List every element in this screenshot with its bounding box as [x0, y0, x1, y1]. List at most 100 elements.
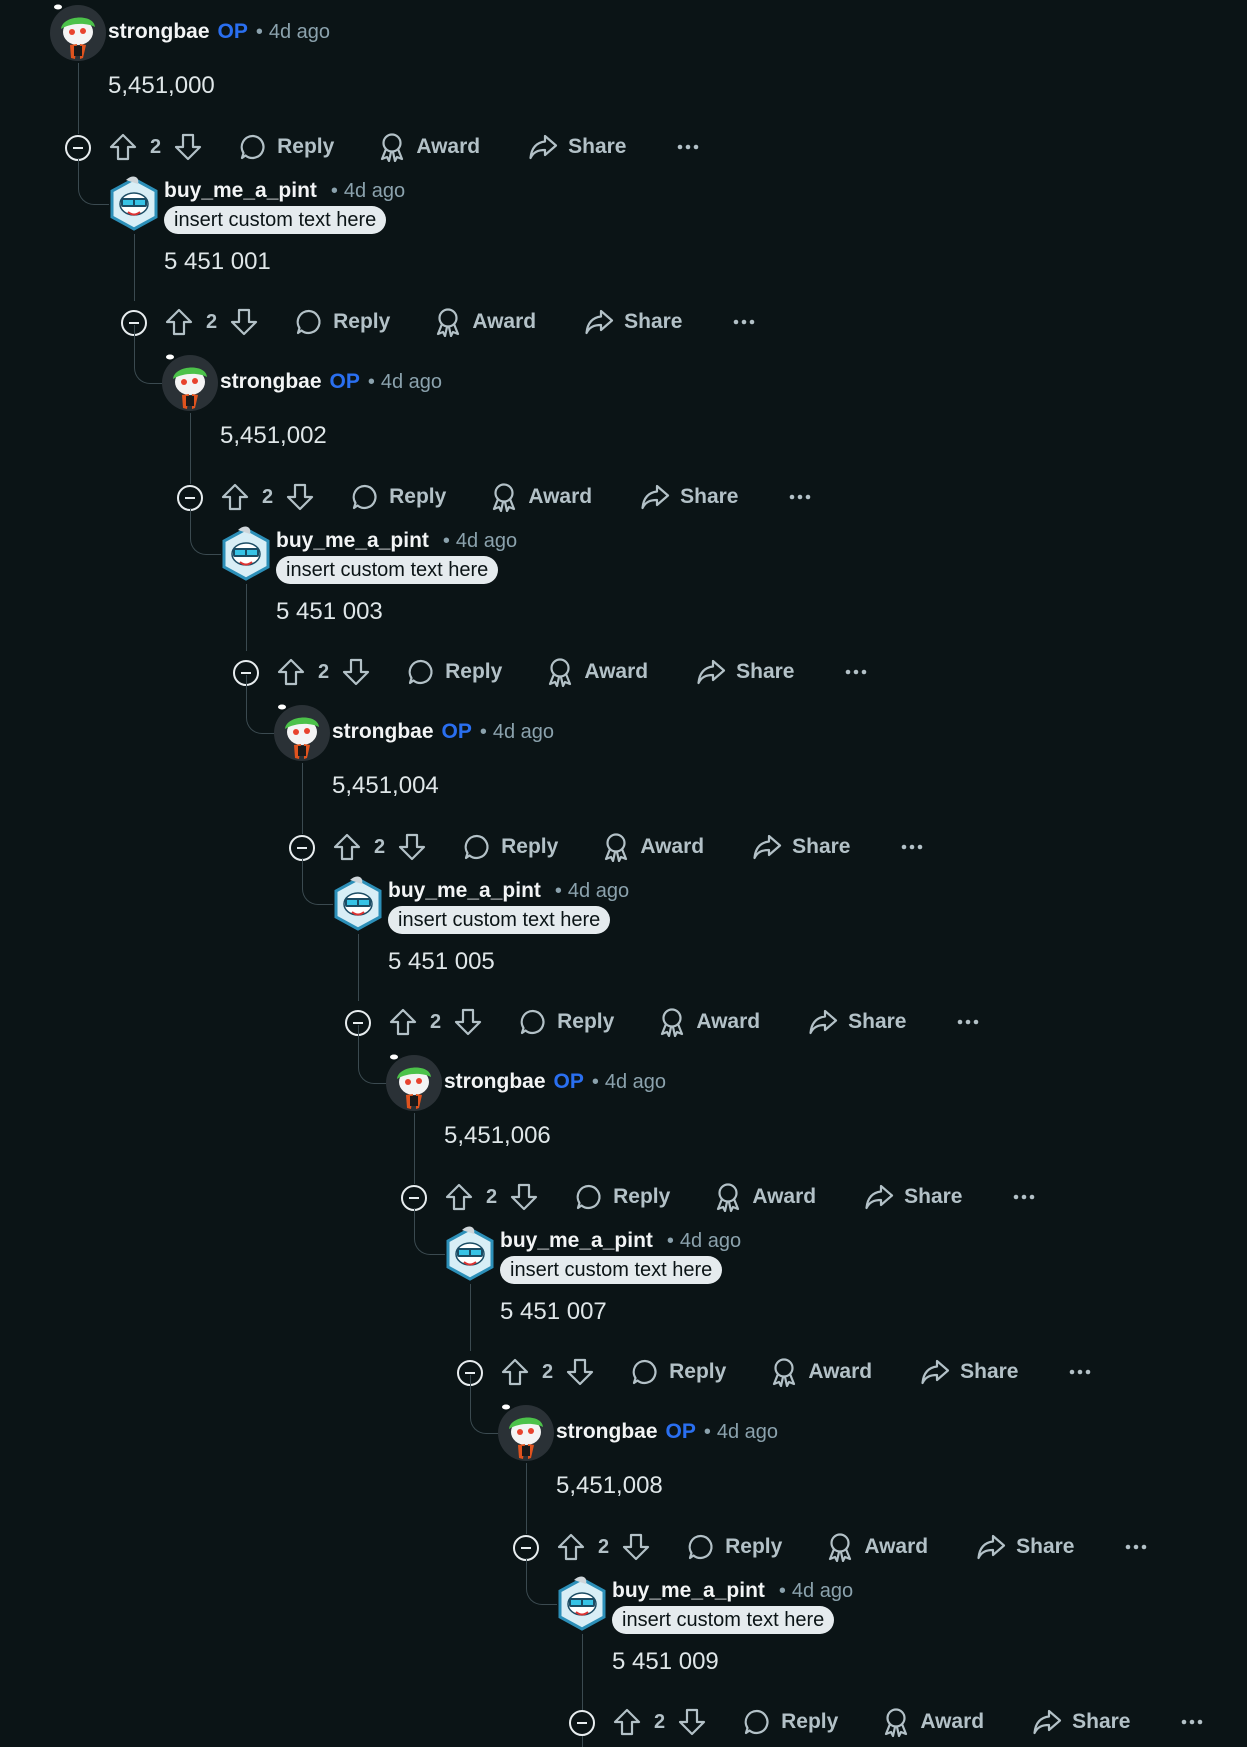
collapse-thread-button[interactable] [569, 1710, 595, 1736]
author-name[interactable]: strongbae [556, 1420, 658, 1444]
award-button[interactable]: Award [434, 302, 536, 342]
share-button[interactable]: Share [864, 1177, 963, 1217]
author-name[interactable]: buy_me_a_pint [164, 179, 317, 203]
downvote-icon[interactable] [397, 827, 427, 867]
more-options-icon[interactable] [957, 1002, 979, 1042]
snoo-green-hat-avatar[interactable] [162, 354, 218, 411]
share-button-label: Share [736, 660, 795, 683]
upvote-icon[interactable] [612, 1702, 642, 1742]
upvote-icon[interactable] [556, 1527, 586, 1567]
award-button[interactable]: Award [546, 652, 648, 692]
reply-button[interactable]: Reply [295, 302, 390, 342]
snoo-green-hat-avatar[interactable] [386, 1054, 442, 1111]
snoo-green-hat-avatar[interactable] [498, 1404, 554, 1461]
timestamp[interactable]: 4d ago [605, 1071, 666, 1094]
share-button[interactable]: Share [976, 1527, 1075, 1567]
snoo-hexagon-visor-avatar[interactable] [554, 1576, 610, 1632]
upvote-icon[interactable] [220, 477, 250, 517]
share-button[interactable]: Share [920, 1352, 1019, 1392]
downvote-icon[interactable] [677, 1702, 707, 1742]
share-button[interactable]: Share [528, 127, 627, 167]
reply-button[interactable]: Reply [519, 1002, 614, 1042]
share-button[interactable]: Share [696, 652, 795, 692]
award-button[interactable]: Award [714, 1177, 816, 1217]
timestamp[interactable]: 4d ago [792, 1580, 853, 1603]
more-options-icon[interactable] [901, 827, 923, 867]
timestamp[interactable]: 4d ago [680, 1230, 741, 1253]
award-button[interactable]: Award [490, 477, 592, 517]
upvote-icon[interactable] [164, 302, 194, 342]
timestamp[interactable]: 4d ago [493, 721, 554, 744]
more-options-icon[interactable] [1181, 1702, 1203, 1742]
author-name[interactable]: buy_me_a_pint [612, 1579, 765, 1603]
downvote-icon[interactable] [621, 1527, 651, 1567]
snoo-green-hat-avatar[interactable] [274, 704, 330, 761]
author-name[interactable]: buy_me_a_pint [388, 879, 541, 903]
reply-button[interactable]: Reply [687, 1527, 782, 1567]
award-button[interactable]: Award [770, 1352, 872, 1392]
reply-button[interactable]: Reply [743, 1702, 838, 1742]
downvote-icon[interactable] [565, 1352, 595, 1392]
reply-button[interactable]: Reply [351, 477, 446, 517]
timestamp[interactable]: 4d ago [456, 530, 517, 553]
more-options-icon[interactable] [845, 652, 867, 692]
share-button[interactable]: Share [1032, 1702, 1131, 1742]
award-button-label: Award [640, 835, 705, 858]
timestamp[interactable]: 4d ago [568, 880, 629, 903]
share-button[interactable]: Share [808, 1002, 907, 1042]
snoo-hexagon-visor-avatar[interactable] [442, 1226, 498, 1282]
share-icon [864, 1177, 894, 1217]
downvote-icon[interactable] [509, 1177, 539, 1217]
downvote-icon[interactable] [453, 1002, 483, 1042]
author-name[interactable]: strongbae [220, 370, 322, 394]
award-button[interactable]: Award [378, 127, 480, 167]
upvote-icon[interactable] [108, 127, 138, 167]
upvote-icon[interactable] [388, 1002, 418, 1042]
reply-button[interactable]: Reply [575, 1177, 670, 1217]
more-options-icon[interactable] [1125, 1527, 1147, 1567]
award-button[interactable]: Award [658, 1002, 760, 1042]
reply-button[interactable]: Reply [239, 127, 334, 167]
reply-button[interactable]: Reply [463, 827, 558, 867]
timestamp[interactable]: 4d ago [269, 21, 330, 44]
more-options-icon[interactable] [677, 127, 699, 167]
upvote-icon[interactable] [332, 827, 362, 867]
more-options-icon[interactable] [1069, 1352, 1091, 1392]
award-button[interactable]: Award [826, 1527, 928, 1567]
award-button[interactable]: Award [602, 827, 704, 867]
snoo-hexagon-visor-avatar[interactable] [106, 176, 162, 232]
more-options-icon[interactable] [1013, 1177, 1035, 1217]
timestamp[interactable]: 4d ago [344, 180, 405, 203]
snoo-hexagon-visor-avatar[interactable] [218, 526, 274, 582]
reply-button[interactable]: Reply [631, 1352, 726, 1392]
downvote-icon[interactable] [285, 477, 315, 517]
downvote-icon[interactable] [229, 302, 259, 342]
author-name[interactable]: strongbae [108, 20, 210, 44]
timestamp[interactable]: 4d ago [717, 1421, 778, 1444]
upvote-icon[interactable] [500, 1352, 530, 1392]
downvote-icon[interactable] [173, 127, 203, 167]
author-name[interactable]: strongbae [332, 720, 434, 744]
author-name[interactable]: strongbae [444, 1070, 546, 1094]
more-options-icon[interactable] [789, 477, 811, 517]
author-name[interactable]: buy_me_a_pint [276, 529, 429, 553]
comment-body: 5,451,000 [108, 72, 215, 99]
meta-separator: • [591, 1070, 599, 1093]
downvote-icon[interactable] [341, 652, 371, 692]
award-button[interactable]: Award [882, 1702, 984, 1742]
timestamp[interactable]: 4d ago [381, 371, 442, 394]
reply-icon [631, 1352, 659, 1392]
snoo-hexagon-visor-avatar[interactable] [330, 876, 386, 932]
reply-icon [407, 652, 435, 692]
reply-button[interactable]: Reply [407, 652, 502, 692]
vote-count: 2 [150, 135, 162, 158]
upvote-icon[interactable] [276, 652, 306, 692]
share-button[interactable]: Share [752, 827, 851, 867]
share-button[interactable]: Share [584, 302, 683, 342]
snoo-green-hat-avatar[interactable] [50, 4, 106, 61]
upvote-icon[interactable] [444, 1177, 474, 1217]
author-name[interactable]: buy_me_a_pint [500, 1229, 653, 1253]
more-options-icon[interactable] [733, 302, 755, 342]
share-button[interactable]: Share [640, 477, 739, 517]
meta-separator: • [703, 1420, 711, 1443]
